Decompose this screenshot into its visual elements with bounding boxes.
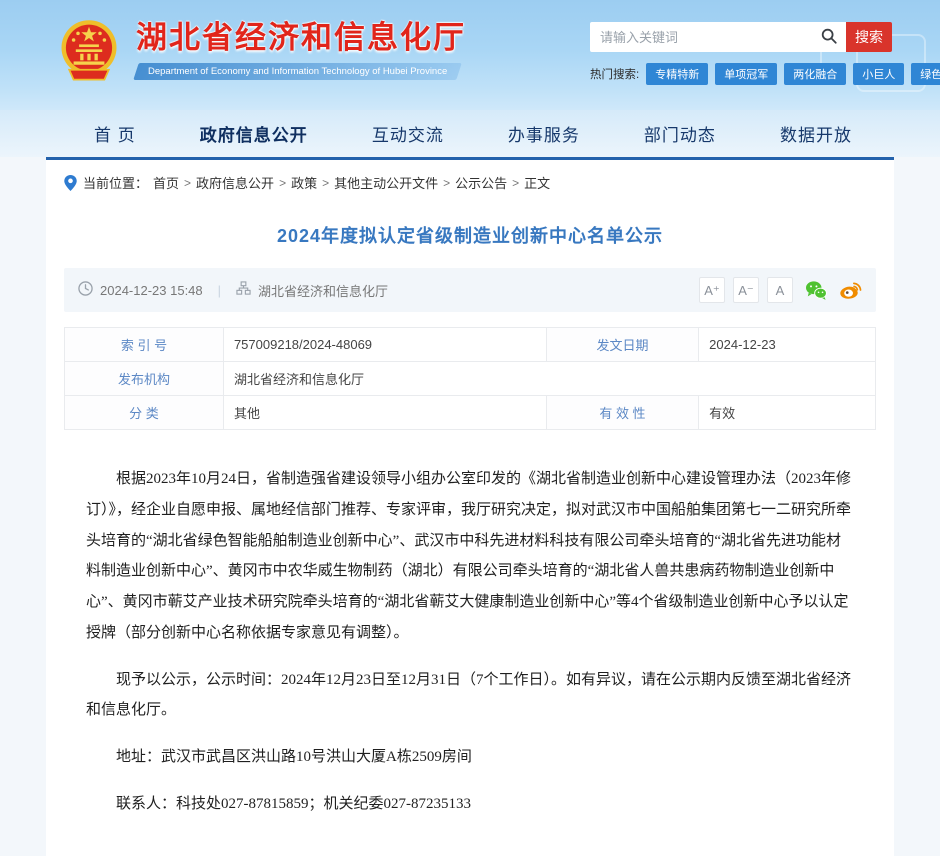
hot-tag-lvsegongchang[interactable]: 绿色工厂 (911, 63, 940, 85)
wechat-share-button[interactable] (805, 280, 827, 300)
table-row: 发布机构 湖北省经济和信息化厅 (65, 362, 876, 396)
nav-item-interaction[interactable]: 互动交流 (372, 121, 444, 146)
content-card: 当前位置： 首页 > 政府信息公开 > 政策 > 其他主动公开文件 > 公示公告… (46, 157, 894, 856)
font-increase-button[interactable]: A⁺ (699, 277, 725, 303)
validity-label: 有 效 性 (546, 396, 698, 430)
meta-bar: 2024-12-23 15:48 | 湖北省经济和信息化厅 A⁺ A⁻ A (64, 268, 876, 312)
article-body: 根据2023年10月24日，省制造强省建设领导小组办公室印发的《湖北省制造业创新… (46, 450, 894, 856)
breadcrumb-current: 正文 (524, 173, 550, 192)
paragraph: 现予以公示，公示时间：2024年12月23日至12月31日（7个工作日）。如有异… (86, 665, 854, 727)
nav-item-services[interactable]: 办事服务 (508, 121, 580, 146)
wechat-icon (805, 280, 827, 300)
hot-search-label: 热门搜索: (590, 66, 639, 82)
breadcrumb-label: 当前位置： (83, 173, 148, 192)
national-emblem-icon (56, 18, 122, 84)
nav-item-department-news[interactable]: 部门动态 (644, 121, 716, 146)
hot-tag-zhuanjingtexin[interactable]: 专精特新 (646, 63, 708, 85)
table-row: 索 引 号 757009218/2024-48069 发文日期 2024-12-… (65, 328, 876, 362)
site-title: 湖北省经济和信息化厅 (136, 21, 466, 55)
breadcrumb: 当前位置： 首页 > 政府信息公开 > 政策 > 其他主动公开文件 > 公示公告… (46, 160, 894, 198)
info-table: 索 引 号 757009218/2024-48069 发文日期 2024-12-… (64, 327, 876, 430)
breadcrumb-separator: > (443, 176, 450, 190)
search-button[interactable]: 搜索 (846, 22, 892, 52)
validity-value: 有效 (699, 396, 876, 430)
issue-date-label: 发文日期 (546, 328, 698, 362)
weibo-icon (839, 280, 862, 300)
location-pin-icon (64, 175, 77, 191)
publish-datetime: 2024-12-23 15:48 (100, 283, 203, 298)
nav-item-home[interactable]: 首 页 (94, 121, 136, 146)
nav-item-open-data[interactable]: 数据开放 (780, 121, 852, 146)
nav-item-gov-info[interactable]: 政府信息公开 (200, 121, 308, 146)
hot-tag-danxiangguanjun[interactable]: 单项冠军 (715, 63, 777, 85)
font-default-button[interactable]: A (767, 277, 793, 303)
breadcrumb-gov-info[interactable]: 政府信息公开 (196, 173, 274, 192)
breadcrumb-announcements[interactable]: 公示公告 (455, 173, 507, 192)
site-subtitle: Department of Economy and Information Te… (136, 63, 459, 80)
category-value: 其他 (223, 396, 546, 430)
paragraph: 联系人：科技处027-87815859；机关纪委027-87235133 (86, 789, 854, 820)
table-row: 分 类 其他 有 效 性 有效 (65, 396, 876, 430)
article-title: 2024年度拟认定省级制造业创新中心名单公示 (46, 222, 894, 248)
breadcrumb-separator: > (184, 176, 191, 190)
breadcrumb-policy[interactable]: 政策 (291, 173, 317, 192)
paragraph: 根据2023年10月24日，省制造强省建设领导小组办公室印发的《湖北省制造业创新… (86, 464, 854, 649)
category-label: 分 类 (65, 396, 224, 430)
breadcrumb-separator: > (279, 176, 286, 190)
breadcrumb-other-docs[interactable]: 其他主动公开文件 (334, 173, 438, 192)
weibo-share-button[interactable] (839, 280, 862, 300)
issuing-org-label: 发布机构 (65, 362, 224, 396)
breadcrumb-separator: > (512, 176, 519, 190)
hot-tag-xiaojuren[interactable]: 小巨人 (853, 63, 904, 85)
search-icon[interactable] (820, 27, 838, 50)
site-subtitle-ribbon: Department of Economy and Information Te… (133, 63, 462, 80)
site-logo[interactable]: 湖北省经济和信息化厅 Department of Economy and Inf… (56, 16, 466, 85)
meta-divider: | (218, 283, 221, 298)
site-header: 湖北省经济和信息化厅 Department of Economy and Inf… (0, 0, 940, 110)
breadcrumb-home[interactable]: 首页 (153, 173, 179, 192)
search-input[interactable] (590, 22, 846, 52)
index-number-value: 757009218/2024-48069 (223, 328, 546, 362)
clock-icon (78, 281, 93, 299)
hot-search-row: 热门搜索: 专精特新 单项冠军 两化融合 小巨人 绿色工厂 (590, 63, 892, 85)
source-name: 湖北省经济和信息化厅 (258, 281, 388, 300)
hot-tag-lianghuaronghe[interactable]: 两化融合 (784, 63, 846, 85)
organization-icon (236, 281, 251, 299)
breadcrumb-separator: > (322, 176, 329, 190)
search-box (590, 22, 846, 52)
main-nav: 首 页 政府信息公开 互动交流 办事服务 部门动态 数据开放 (0, 110, 940, 157)
index-number-label: 索 引 号 (65, 328, 224, 362)
font-decrease-button[interactable]: A⁻ (733, 277, 759, 303)
search-area: 搜索 热门搜索: 专精特新 单项冠军 两化融合 小巨人 绿色工厂 (590, 22, 892, 85)
issue-date-value: 2024-12-23 (699, 328, 876, 362)
paragraph: 地址：武汉市武昌区洪山路10号洪山大厦A栋2509房间 (86, 742, 854, 773)
issuing-org-value: 湖北省经济和信息化厅 (223, 362, 875, 396)
